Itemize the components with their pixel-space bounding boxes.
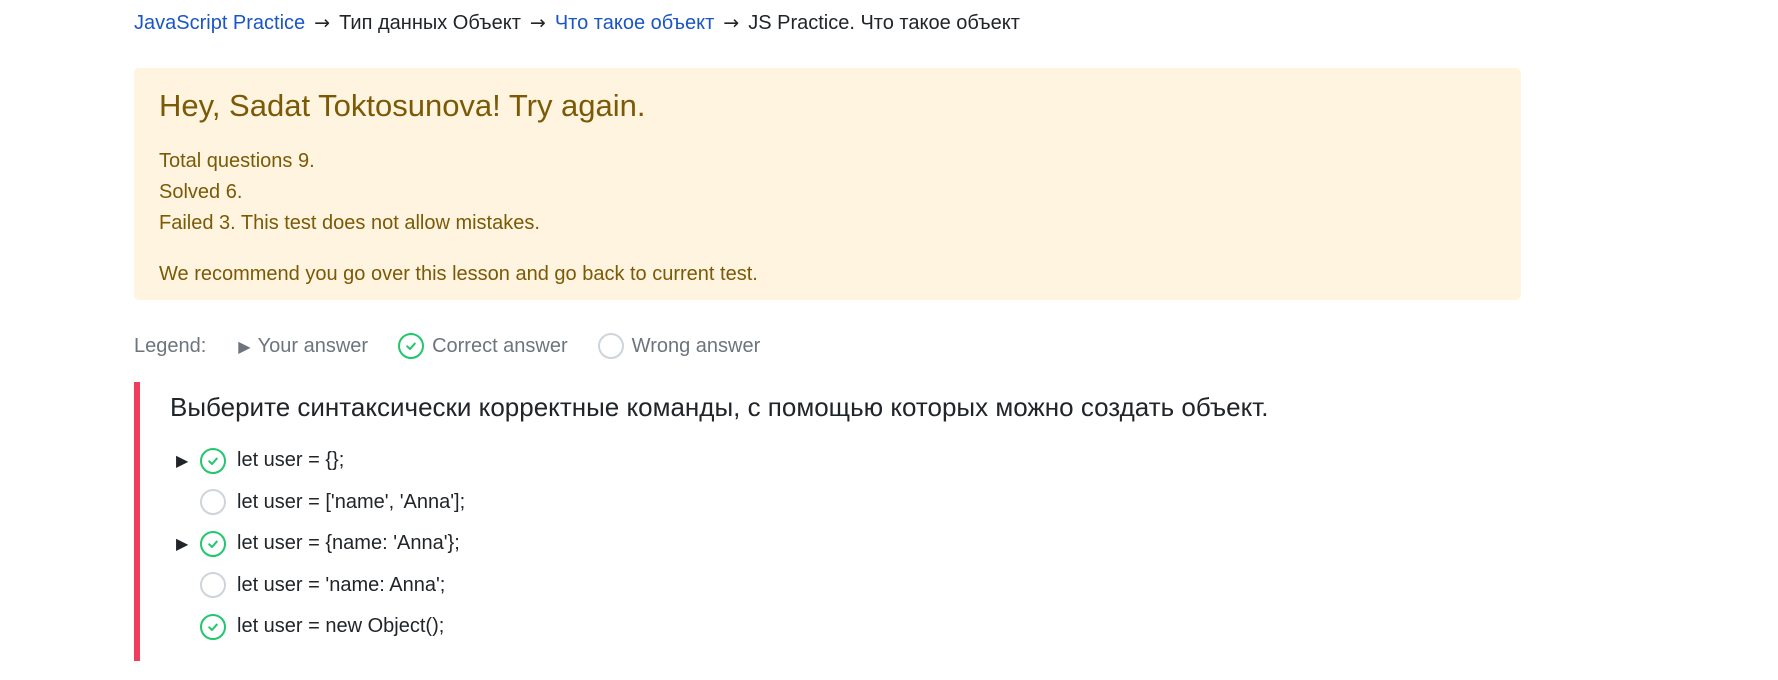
legend-wrong-answer: Wrong answer	[597, 333, 761, 359]
legend-correct-answer-label: Correct answer	[432, 334, 568, 357]
answer-option: let user = new Object();	[176, 606, 465, 648]
failed-text: Failed 3. This test does not allow mista…	[159, 212, 540, 234]
result-stats: Total questions 9. Solved 6. Failed 3. T…	[159, 146, 1496, 239]
legend-your-answer: ▶ Your answer	[238, 335, 368, 358]
legend-your-answer-label: Your answer	[257, 334, 369, 357]
total-questions-text: Total questions 9.	[159, 150, 315, 172]
breadcrumb-link-javascript-practice[interactable]: JavaScript Practice	[134, 10, 305, 36]
answer-text: let user = {};	[237, 449, 345, 472]
breadcrumb-separator: →	[529, 12, 546, 34]
your-answer-marker-icon: ▶	[176, 451, 189, 471]
your-answer-marker-icon: ▶	[176, 534, 189, 554]
recommendation-text: We recommend you go over this lesson and…	[159, 263, 758, 285]
check-circle-icon	[398, 333, 425, 359]
breadcrumb-link-what-is-object[interactable]: Что такое объект	[555, 10, 714, 36]
empty-circle-icon	[200, 489, 226, 516]
answer-text: let user = {name: 'Anna'};	[237, 532, 460, 555]
solved-text: Solved 6.	[159, 181, 243, 203]
legend-title: Legend:	[134, 334, 207, 357]
answer-option: ▶ let user = {name: 'Anna'};	[176, 523, 465, 565]
result-alert: Hey, Sadat Toktosunova! Try again. Total…	[134, 68, 1521, 300]
answer-list: ▶ let user = {}; let user = ['name', 'An…	[176, 440, 465, 648]
check-circle-icon	[200, 530, 226, 557]
legend-wrong-answer-label: Wrong answer	[631, 334, 761, 357]
answer-option: ▶ let user = {};	[176, 440, 465, 482]
question-card: Выберите синтаксически корректные команд…	[134, 382, 1269, 661]
check-circle-icon	[200, 447, 226, 474]
question-title: Выберите синтаксически корректные команд…	[170, 392, 1269, 422]
answer-option: let user = 'name: Anna';	[176, 565, 465, 607]
check-circle-icon	[200, 613, 226, 640]
legend: Legend: ▶ Your answer Correct answer Wro…	[134, 331, 790, 361]
legend-correct-answer: Correct answer	[398, 333, 568, 359]
answer-text: let user = new Object();	[237, 615, 445, 638]
breadcrumb-separator: →	[314, 12, 331, 34]
answer-option: let user = ['name', 'Anna'];	[176, 482, 465, 524]
answer-text: let user = ['name', 'Anna'];	[237, 490, 466, 513]
result-title: Hey, Sadat Toktosunova! Try again.	[159, 88, 646, 123]
empty-circle-icon	[597, 333, 624, 359]
breadcrumb-separator: →	[723, 12, 740, 34]
triangle-right-icon: ▶	[238, 336, 251, 356]
breadcrumb-item-data-type-object: Тип данных Объект	[339, 12, 521, 34]
empty-circle-icon	[200, 572, 226, 599]
breadcrumb-item-current: JS Practice. Что такое объект	[748, 12, 1020, 34]
breadcrumb: JavaScript Practice → Тип данных Объект …	[134, 10, 1020, 36]
answer-text: let user = 'name: Anna';	[237, 573, 446, 596]
